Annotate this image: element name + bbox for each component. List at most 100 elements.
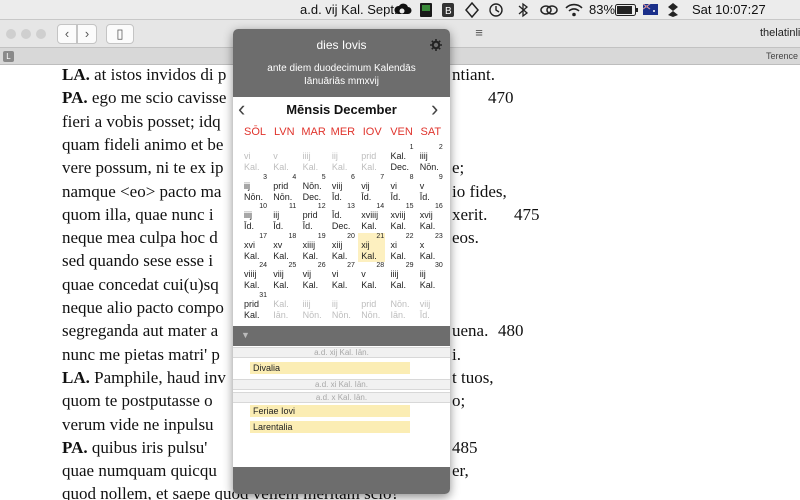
script-icon[interactable]	[465, 2, 479, 18]
menubar-date[interactable]: a.d. vij Kal. Sept.	[300, 2, 398, 18]
calendar-day-cell[interactable]: v Kal. 28	[358, 262, 385, 291]
calendar-day-cell[interactable]: xviij Kal. 15	[388, 203, 415, 232]
calendar-day-cell[interactable]: iiij Kal.	[300, 144, 327, 173]
calendar-day-cell[interactable]: v Kal.	[270, 144, 297, 173]
close-window-button[interactable]	[6, 29, 16, 39]
calendar-day-cell[interactable]: iij Nōn. 3	[241, 174, 268, 203]
text-line: quom illa, quae nunc i	[62, 205, 214, 225]
calendar-day-cell[interactable]: Nōn. Dec. 5	[300, 174, 327, 203]
event-item[interactable]: Divalia	[250, 362, 410, 374]
calendar-day-cell[interactable]: viij Īd. 6	[329, 174, 356, 203]
calendar-day-cell[interactable]: iiij Nōn. 2	[417, 144, 444, 173]
calendar-day-cell[interactable]: xiij Kal. 20	[329, 233, 356, 262]
minimize-window-button[interactable]	[21, 29, 31, 39]
calendar-day-cell[interactable]: iij Kal.	[329, 144, 356, 173]
calendar-day-cell[interactable]: prid Nōn.	[358, 292, 385, 321]
calendar-day-cell[interactable]: vij Kal. 26	[300, 262, 327, 291]
calendar-day-cell[interactable]: iiij Īd. 10	[241, 203, 268, 232]
calendar-day-cell[interactable]: viiij Kal. 24	[241, 262, 268, 291]
line-text: quam fideli animo et be	[62, 134, 224, 154]
calendar-day-cell[interactable]: vi Kal.	[241, 144, 268, 173]
link-icon[interactable]	[540, 3, 558, 17]
month-navigation: ‹ Mēnsis December ›	[233, 96, 450, 122]
calendar-day-cell[interactable]: Kal. Dec. 1	[388, 144, 415, 173]
calendar-day-cell[interactable]: Īd. Dec. 13	[329, 203, 356, 232]
text-line: sed quando sese esse i	[62, 251, 213, 271]
calendar-day-cell[interactable]: vi Kal. 27	[329, 262, 356, 291]
calendar-day-cell[interactable]: xiiij Kal. 19	[300, 233, 327, 262]
menubar-clock[interactable]: Sat 10:07:27	[692, 2, 766, 18]
backup-icon[interactable]: B	[441, 2, 455, 18]
back-button[interactable]: ‹	[57, 24, 77, 44]
zoom-window-button[interactable]	[36, 29, 46, 39]
calendar-day-cell[interactable]: v Īd. 9	[417, 174, 444, 203]
wifi-icon[interactable]	[565, 3, 583, 17]
calendar-day-cell[interactable]: vi Īd. 8	[388, 174, 415, 203]
site-title[interactable]: thelatinli	[760, 27, 800, 39]
event-item[interactable]: Feriae Iovi	[250, 405, 410, 417]
day-number: 1	[409, 144, 414, 151]
roman-month-label: Kal.	[419, 280, 436, 290]
calendar-day-cell[interactable]: Nōn. Iān.	[388, 292, 415, 321]
roman-month-label: Īd.	[273, 221, 284, 231]
calendar-day-cell[interactable]: Kal. Iān.	[270, 292, 297, 321]
roman-day-label: iij	[273, 210, 280, 220]
roman-day-label: iiij	[419, 151, 428, 161]
bluetooth-icon[interactable]	[517, 2, 529, 18]
calendar-day-cell[interactable]: prid Kal. 31	[241, 292, 268, 321]
roman-month-label: Dec.	[331, 221, 351, 231]
roman-month-label: Kal.	[244, 250, 260, 261]
calendar-day-cell[interactable]: xij Kal. 21	[358, 232, 386, 262]
calendar-day-cell[interactable]: vij Īd. 7	[358, 174, 385, 203]
event-item[interactable]: Larentalia	[250, 421, 410, 433]
battery-percent[interactable]: 83%	[589, 2, 615, 18]
roman-month-label: Kal.	[361, 221, 377, 231]
calendar-day-cell[interactable]: iij Kal. 30	[417, 262, 444, 291]
roman-day-label: v	[361, 269, 366, 279]
text-line: PA. ego me scio cavisse	[62, 88, 226, 108]
next-month-button[interactable]: ›	[431, 96, 438, 122]
day-number: 10	[259, 203, 267, 210]
calendar-day-cell[interactable]: prid Īd. 12	[300, 203, 327, 232]
roman-day-label: xv	[273, 239, 283, 250]
tab-badge[interactable]: L	[3, 51, 14, 62]
collapse-triangle-icon[interactable]: ▼	[241, 330, 250, 340]
forward-button[interactable]: ›	[77, 24, 97, 44]
sidebar-button[interactable]: ▯	[106, 24, 134, 44]
calendar-day-cell[interactable]: viij Īd.	[417, 292, 444, 321]
calendar-day-cell[interactable]: xvi Kal. 17	[241, 233, 268, 262]
roman-day-label: v	[419, 180, 425, 191]
gear-icon[interactable]	[430, 39, 442, 51]
roman-day-label: v	[273, 151, 278, 161]
tab-terence[interactable]: Terence	[766, 51, 798, 61]
day-number: 19	[317, 232, 326, 240]
battery-icon[interactable]	[615, 4, 639, 16]
calendar-day-cell[interactable]: prid Kal.	[358, 144, 385, 173]
roman-day-label: vij	[302, 269, 312, 279]
display-icon[interactable]	[419, 2, 433, 18]
roman-month-label: Dec.	[390, 162, 410, 172]
dropbox-icon[interactable]	[667, 2, 679, 18]
roman-day-label: xij	[361, 239, 370, 250]
roman-day-label: viij	[331, 180, 343, 191]
calendar-day-cell[interactable]: iij Īd. 11	[270, 203, 297, 232]
calendar-day-cell[interactable]: xvij Kal. 16	[417, 203, 444, 232]
day-number: 31	[259, 291, 267, 299]
day-number: 25	[288, 262, 297, 269]
calendar-day-cell[interactable]: xviiij Kal. 14	[358, 203, 385, 232]
reader-button[interactable]: ≡	[470, 24, 488, 44]
calendar-day-cell[interactable]: prid Nōn. 4	[270, 174, 297, 203]
calendar-day-cell[interactable]: iiij Kal. 29	[388, 262, 415, 291]
calendar-day-cell[interactable]: xv Kal. 18	[270, 233, 297, 262]
calendar-day-cell[interactable]: viij Kal. 25	[270, 262, 297, 291]
creative-cloud-icon[interactable]	[394, 3, 412, 17]
roman-month-label: Kal.	[302, 280, 319, 290]
calendar-day-cell[interactable]: iiij Nōn.	[300, 292, 327, 321]
calendar-day-cell[interactable]: xi Kal. 22	[388, 233, 415, 262]
line-end-text: xerit.	[452, 204, 488, 224]
weekday-label: SAT	[420, 126, 442, 138]
calendar-day-cell[interactable]: x Kal. 23	[417, 233, 444, 262]
calendar-day-cell[interactable]: iij Nōn.	[329, 292, 356, 321]
time-machine-icon[interactable]	[488, 2, 504, 18]
flag-icon[interactable]	[643, 4, 658, 15]
